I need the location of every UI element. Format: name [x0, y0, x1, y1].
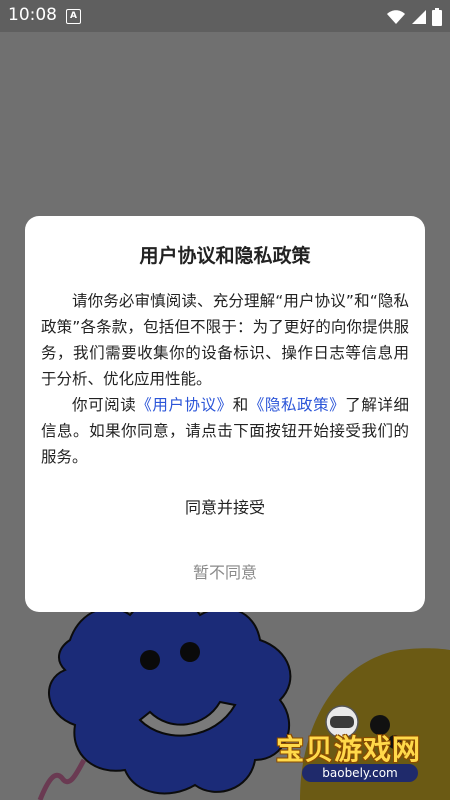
para2-prefix: 你可阅读 [72, 396, 137, 414]
privacy-policy-link[interactable]: 《隐私政策》 [249, 396, 345, 414]
para2-and: 和 [232, 396, 249, 414]
disagree-button[interactable]: 暂不同意 [25, 559, 425, 583]
cellular-signal-icon [411, 9, 426, 24]
consent-paragraph-1: 请你务必审慎阅读、充分理解“用户协议”和“隐私政策”各条款，包括但不限于：为了更… [41, 292, 409, 388]
notification-badge-icon: A [66, 9, 81, 24]
battery-icon [432, 7, 442, 26]
status-time: 10:08 [8, 5, 57, 25]
agree-button[interactable]: 同意并接受 [25, 494, 425, 518]
blue-creature-shape [48, 595, 292, 795]
status-bar: 10:08 A [0, 0, 450, 32]
creature-left-eye [140, 650, 160, 670]
creature-right-eye [180, 642, 200, 662]
dialog-body: 请你务必审慎阅读、充分理解“用户协议”和“隐私政策”各条款，包括但不限于：为了更… [41, 288, 409, 470]
wifi-icon [386, 9, 405, 24]
pink-squiggle [37, 758, 87, 800]
status-icons [386, 6, 442, 26]
controller-logo-pad [330, 716, 354, 728]
dialog-title: 用户协议和隐私政策 [139, 245, 311, 267]
watermark-url: baobely.com [302, 764, 418, 782]
user-agreement-link[interactable]: 《用户协议》 [136, 396, 232, 414]
privacy-consent-dialog: 用户协议和隐私政策 请你务必审慎阅读、充分理解“用户协议”和“隐私政策”各条款，… [25, 216, 425, 612]
watermark-brand: 宝贝游戏网 [276, 733, 422, 766]
consent-paragraph-2: 你可阅读《用户协议》和《隐私政策》了解详细信息。如果你同意，请点击下面按钮开始接… [41, 392, 409, 470]
